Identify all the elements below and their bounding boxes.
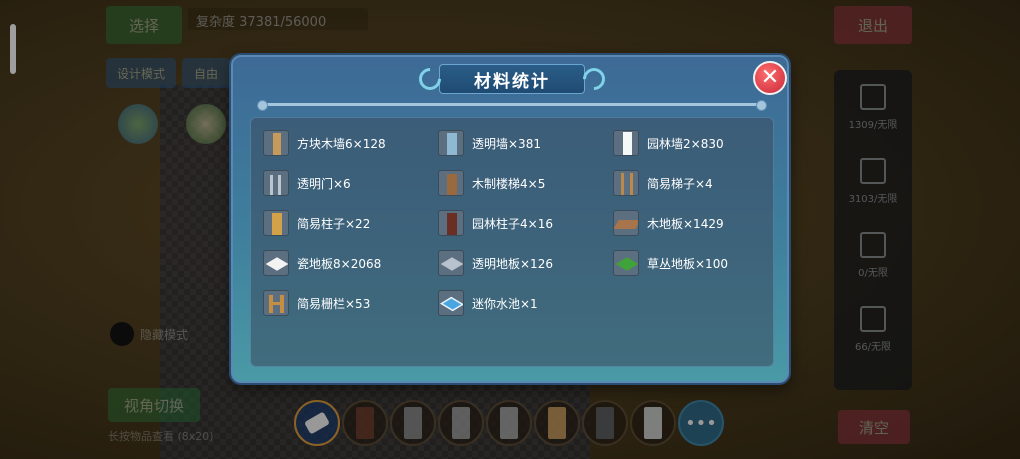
- close-icon: ✕: [760, 65, 780, 90]
- transparent-floor-icon: [438, 250, 464, 276]
- material-label: 园林墙2×830: [647, 136, 724, 151]
- title-divider: [257, 100, 767, 111]
- garden-wall-icon: [613, 130, 639, 156]
- mini-pool-icon: [438, 290, 464, 316]
- material-item: 迷你水池×1: [438, 288, 538, 318]
- transparent-door-icon: [263, 170, 289, 196]
- material-label: 透明墙×381: [472, 136, 541, 151]
- material-label: 透明门×6: [297, 176, 351, 191]
- material-label: 草丛地板×100: [647, 256, 728, 271]
- material-label: 迷你水池×1: [472, 296, 538, 311]
- material-label: 瓷地板8×2068: [297, 256, 382, 271]
- material-item: 木制楼梯4×5: [438, 168, 545, 198]
- material-label: 园林柱子4×16: [472, 216, 553, 231]
- material-item: 透明门×6: [263, 168, 351, 198]
- material-label: 木制楼梯4×5: [472, 176, 546, 191]
- material-item: 瓷地板8×2068: [263, 248, 381, 278]
- dialog-title: 材料统计: [474, 71, 550, 92]
- material-statistics-dialog: 材料统计 ✕ 方块木墙6×128 透明墙×381 园林墙2×830 透明门×6 …: [231, 55, 789, 383]
- material-item: 简易栅栏×53: [263, 288, 370, 318]
- grass-floor-icon: [613, 250, 639, 276]
- material-item: 园林墙2×830: [613, 128, 724, 158]
- material-item: 园林柱子4×16: [438, 208, 553, 238]
- material-label: 木地板×1429: [647, 216, 724, 231]
- material-label: 透明地板×126: [472, 256, 553, 271]
- material-label: 简易梯子×4: [647, 176, 713, 191]
- material-item: 简易柱子×22: [263, 208, 370, 238]
- simple-ladder-icon: [613, 170, 639, 196]
- simple-fence-icon: [263, 290, 289, 316]
- material-item: 透明地板×126: [438, 248, 553, 278]
- simple-pillar-icon: [263, 210, 289, 236]
- wood-block-wall-icon: [263, 130, 289, 156]
- material-item: 木地板×1429: [613, 208, 724, 238]
- porcelain-floor-icon: [263, 250, 289, 276]
- garden-pillar-icon: [438, 210, 464, 236]
- material-item: 简易梯子×4: [613, 168, 713, 198]
- wood-floor-icon: [613, 210, 639, 236]
- material-item: 透明墙×381: [438, 128, 541, 158]
- material-item: 草丛地板×100: [613, 248, 728, 278]
- material-label: 简易柱子×22: [297, 216, 371, 231]
- dialog-title-plate: 材料统计: [414, 63, 610, 95]
- close-button[interactable]: ✕: [753, 61, 787, 95]
- transparent-wall-icon: [438, 130, 464, 156]
- wooden-stairs-icon: [438, 170, 464, 196]
- material-label: 方块木墙6×128: [297, 136, 386, 151]
- materials-list: 方块木墙6×128 透明墙×381 园林墙2×830 透明门×6 木制楼梯4×5…: [250, 117, 774, 367]
- material-item: 方块木墙6×128: [263, 128, 386, 158]
- material-label: 简易栅栏×53: [297, 296, 371, 311]
